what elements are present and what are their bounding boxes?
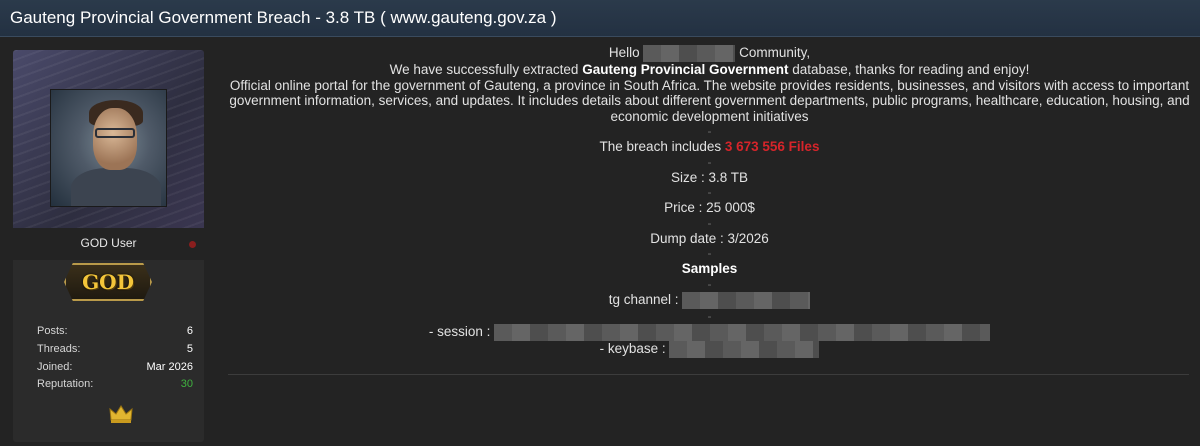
stat-joined: Joined: Mar 2026 xyxy=(37,361,193,375)
tg-channel-label: tg channel : xyxy=(608,291,679,307)
tg-channel-line: tg channel : xyxy=(229,291,1190,309)
stat-reputation: Reputation: 30 xyxy=(37,378,193,392)
session-line: - session : xyxy=(229,323,1190,341)
crown-icon xyxy=(109,405,133,423)
separator: - xyxy=(707,276,712,291)
stat-value: 5 xyxy=(186,343,193,355)
breach-files-count: 3 673 556 Files xyxy=(724,139,820,154)
god-rank-badge: GOD xyxy=(64,263,152,301)
stat-value: 6 xyxy=(186,325,193,337)
stat-label: Reputation: xyxy=(37,378,94,390)
redacted-name xyxy=(643,45,736,62)
intro-prefix: We have successfully extracted xyxy=(389,62,579,77)
stat-label: Joined: xyxy=(37,361,73,373)
greeting-prefix: Hello xyxy=(608,45,640,61)
keybase-label: - keybase : xyxy=(599,340,666,356)
price-line: Price : 25 000$ xyxy=(664,200,755,215)
reputation-value[interactable]: 30 xyxy=(181,378,193,390)
username[interactable]: GOD User xyxy=(13,236,204,250)
offline-status-icon xyxy=(189,241,196,248)
redacted-session-id[interactable] xyxy=(494,323,991,341)
separator: - xyxy=(707,308,712,323)
redacted-tg-link[interactable] xyxy=(682,291,811,309)
greeting-suffix: Community, xyxy=(739,45,811,61)
target-name: Gauteng Provincial Government xyxy=(582,62,789,77)
avatar-face xyxy=(93,108,137,170)
username-row: GOD User xyxy=(13,228,204,260)
separator: - xyxy=(707,154,712,169)
post-divider xyxy=(228,374,1189,375)
separator: - xyxy=(707,185,712,199)
dump-date-line: Dump date : 3/2026 xyxy=(650,230,769,246)
breach-line: The breach includes 3 673 556 Files xyxy=(229,139,1190,155)
post-body: Hello Community, We have successfully ex… xyxy=(229,45,1190,358)
separator: - xyxy=(707,124,712,138)
stat-posts: Posts: 6 xyxy=(37,325,193,339)
intro-line: We have successfully extracted Gauteng P… xyxy=(229,62,1190,78)
greeting-line: Hello Community, xyxy=(229,45,1190,62)
stat-value: Mar 2026 xyxy=(146,361,193,373)
samples-heading: Samples xyxy=(681,261,738,276)
keybase-line: - keybase : xyxy=(229,340,1190,358)
breach-prefix: The breach includes xyxy=(599,139,722,154)
avatar-shirt xyxy=(71,168,161,206)
rank-badge-label: GOD xyxy=(82,270,134,294)
avatar-background xyxy=(13,50,204,228)
thread-title: Gauteng Provincial Government Breach - 3… xyxy=(10,8,557,27)
redacted-keybase[interactable] xyxy=(669,340,820,358)
stat-threads: Threads: 5 xyxy=(37,343,193,357)
separator: - xyxy=(707,215,712,230)
stat-label: Posts: xyxy=(37,325,68,337)
stat-label: Threads: xyxy=(37,343,81,355)
size-line: Size : 3.8 TB xyxy=(670,169,749,185)
avatar[interactable] xyxy=(50,89,167,207)
user-panel: GOD User GOD Posts: 6 Threads: 5 Joined:… xyxy=(13,50,204,442)
thread-title-bar: Gauteng Provincial Government Breach - 3… xyxy=(0,0,1200,37)
session-label: - session : xyxy=(428,323,491,339)
avatar-glasses xyxy=(95,128,135,138)
separator: - xyxy=(707,246,712,260)
intro-suffix: database, thanks for reading and enjoy! xyxy=(792,62,1030,77)
description: Official online portal for the governmen… xyxy=(229,77,1190,124)
